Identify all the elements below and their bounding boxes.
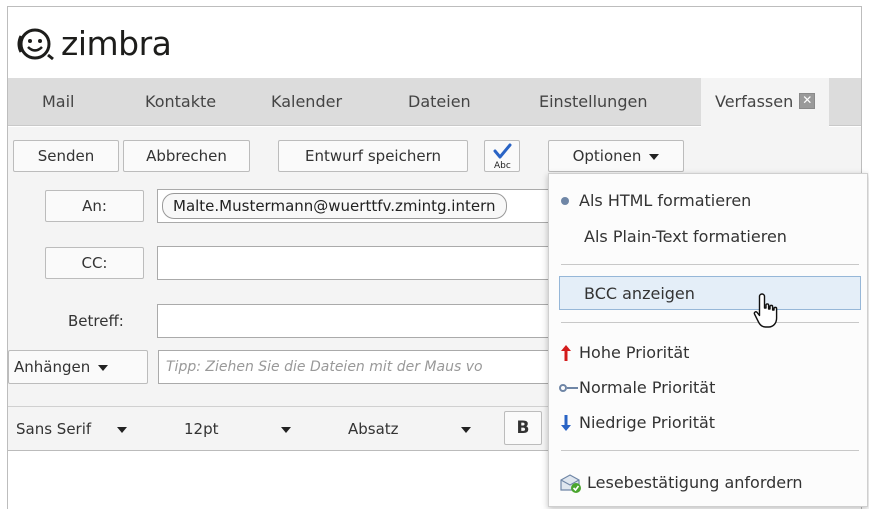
tab-dateien[interactable]: Dateien [408,78,471,126]
send-button[interactable]: Senden [13,140,119,172]
menu-item-priority-low[interactable]: Niedrige Priorität [549,406,867,440]
menu-item-priority-high-label: Hohe Priorität [579,343,690,362]
font-family-value: Sans Serif [16,420,92,438]
menu-divider [561,322,859,323]
arrow-down-icon [561,415,571,431]
attach-label: Anhängen [14,358,91,376]
chevron-down-icon [460,426,471,433]
menu-item-priority-low-label: Niedrige Priorität [579,413,716,432]
chevron-down-icon [98,364,109,371]
tab-kontakte[interactable]: Kontakte [145,78,216,126]
save-draft-button[interactable]: Entwurf speichern [278,140,468,172]
zimbra-logo-icon [17,28,54,61]
tab-einstellungen[interactable]: Einstellungen [539,78,647,126]
attach-button[interactable]: Anhängen [8,350,148,384]
tab-verfassen-label: Verfassen [715,92,794,111]
chevron-down-icon [117,426,128,433]
brand-name: zimbra [61,24,172,63]
options-button[interactable]: Optionen [548,140,684,172]
options-menu: Als HTML formatieren Als Plain-Text form… [548,173,868,507]
menu-divider [561,264,859,265]
menu-divider [561,450,859,451]
menu-item-format-html-label: Als HTML formatieren [579,191,752,210]
cc-address-button[interactable]: CC: [45,247,144,279]
spellcheck-button[interactable]: Abc [484,140,520,172]
envelope-check-icon [560,474,581,493]
to-field[interactable]: Malte.Mustermann@wuerttfv.zmintg.intern [157,189,577,223]
selected-radio-icon [561,197,569,205]
zimbra-logo[interactable]: zimbra [15,24,172,64]
svg-text:Abc: Abc [494,161,511,171]
cancel-button[interactable]: Abbrechen [123,140,250,172]
paragraph-format-value: Absatz [348,420,399,438]
spellcheck-icon: Abc [493,143,512,171]
cc-field[interactable] [157,246,577,280]
attachment-dropzone[interactable]: Tipp: Ziehen Sie die Dateien mit der Mau… [158,350,558,384]
menu-item-read-receipt[interactable]: Lesebestätigung anfordern [549,466,867,500]
normal-priority-icon [559,384,578,392]
menu-item-format-plain[interactable]: Als Plain-Text formatieren [549,220,867,254]
options-label: Optionen [572,147,642,165]
font-family-select[interactable]: Sans Serif [16,414,128,444]
chevron-down-icon [649,153,660,160]
subject-field[interactable] [157,304,577,338]
to-address-button[interactable]: An: [45,190,144,222]
menu-item-format-plain-label: Als Plain-Text formatieren [584,227,787,246]
menu-item-format-html[interactable]: Als HTML formatieren [549,184,867,218]
chevron-down-icon [280,426,291,433]
tab-verfassen[interactable]: Verfassen ✕ [701,78,830,127]
menu-item-show-bcc-label: BCC anzeigen [584,284,695,303]
menu-item-priority-high[interactable]: Hohe Priorität [549,336,867,370]
recipient-chip[interactable]: Malte.Mustermann@wuerttfv.zmintg.intern [162,193,507,219]
font-size-value: 12pt [184,420,219,438]
menu-item-priority-normal[interactable]: Normale Priorität [549,371,867,405]
font-size-select[interactable]: 12pt [184,414,291,444]
menu-item-show-bcc[interactable]: BCC anzeigen [559,276,861,310]
bold-button[interactable]: B [504,411,542,445]
tab-mail[interactable]: Mail [42,78,75,126]
paragraph-format-select[interactable]: Absatz [348,414,471,444]
hand-cursor-icon [753,293,778,328]
arrow-up-icon [561,345,571,361]
tab-kalender[interactable]: Kalender [271,78,342,126]
subject-label: Betreff: [68,312,124,330]
app-header: zimbra [8,7,861,78]
close-icon[interactable]: ✕ [799,93,816,109]
compose-toolbar: Senden Abbrechen Entwurf speichern Abc O… [8,127,861,178]
app-tab-bar: Mail Kontakte Kalender Dateien Einstellu… [8,78,861,127]
menu-item-read-receipt-label: Lesebestätigung anfordern [587,473,803,492]
menu-item-priority-normal-label: Normale Priorität [579,378,716,397]
